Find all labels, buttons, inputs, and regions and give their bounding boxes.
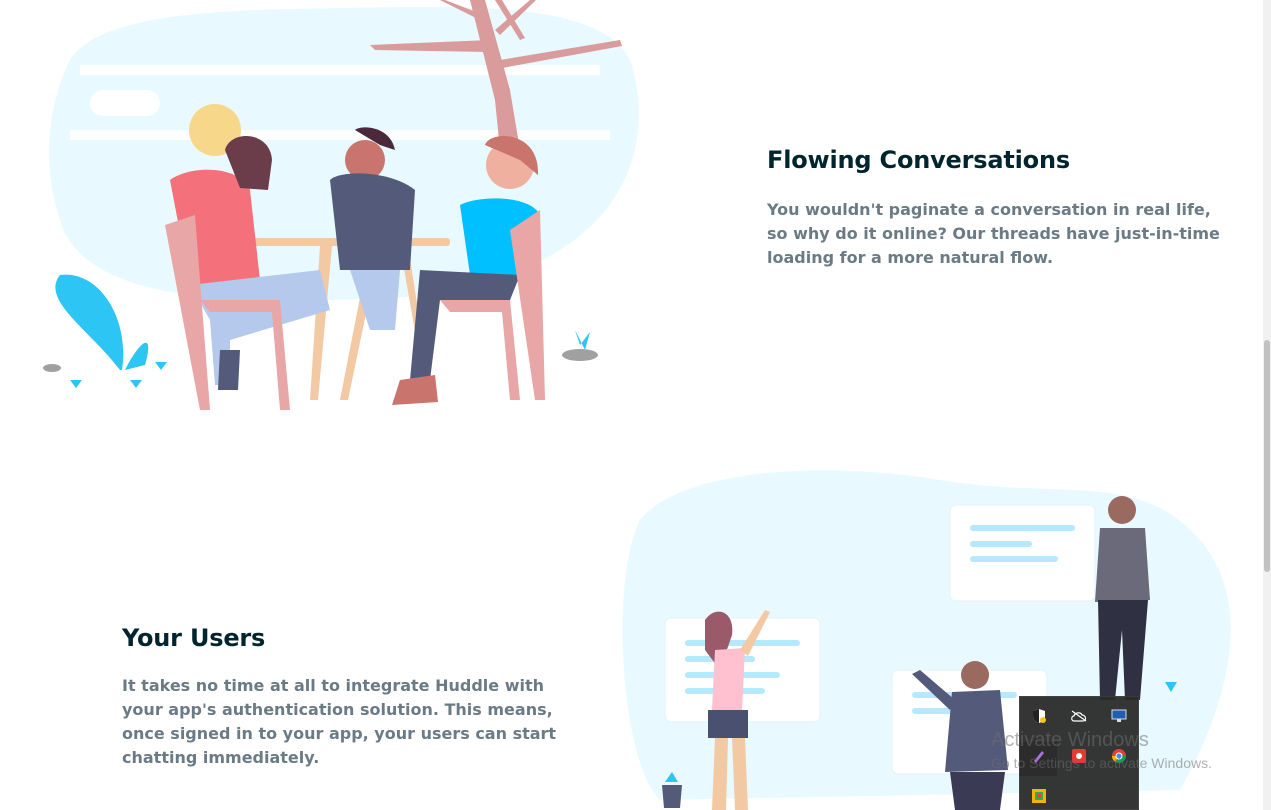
activate-windows-watermark-title: Activate Windows bbox=[991, 729, 1149, 751]
scrollbar-thumb[interactable] bbox=[1264, 340, 1270, 572]
activate-windows-watermark-subtitle: Go to Settings to activate Windows. bbox=[991, 755, 1212, 771]
monitor-icon[interactable] bbox=[1109, 706, 1129, 726]
input-method-icon[interactable] bbox=[1029, 786, 1049, 806]
feature-body-your-users: It takes no time at all to integrate Hud… bbox=[122, 676, 557, 767]
onedrive-cloud-icon[interactable] bbox=[1069, 706, 1089, 726]
page: Flowing Conversations You wouldn't pagin… bbox=[0, 0, 1263, 810]
feature-body-flowing-conversations: You wouldn't paginate a conversation in … bbox=[767, 200, 1220, 267]
security-shield-icon[interactable] bbox=[1029, 706, 1049, 726]
feature-title-your-users: Your Users bbox=[122, 624, 266, 652]
illustration-conversation bbox=[43, 0, 639, 410]
feature-title-flowing-conversations: Flowing Conversations bbox=[767, 146, 1070, 174]
page-scrollbar[interactable] bbox=[1263, 0, 1271, 810]
